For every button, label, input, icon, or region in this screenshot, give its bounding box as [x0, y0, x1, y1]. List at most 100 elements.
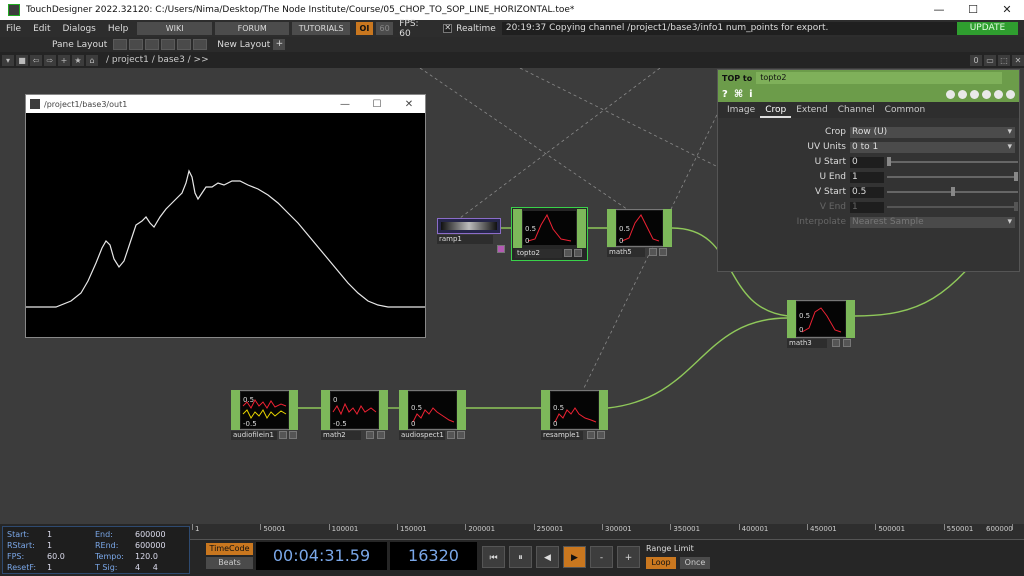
viewer-canvas[interactable]: [26, 113, 425, 337]
python-icon[interactable]: [982, 89, 991, 99]
edit-icon[interactable]: [946, 89, 955, 99]
node-topto2[interactable]: 0.5 0 topto2: [511, 207, 588, 261]
viewer-close-button[interactable]: ✕: [393, 99, 425, 110]
tempo-value[interactable]: 120.0: [135, 552, 158, 561]
timecode-toggle[interactable]: TimeCode: [206, 543, 253, 555]
menu-edit[interactable]: Edit: [27, 24, 56, 34]
u-end-field[interactable]: 1: [850, 171, 884, 183]
v-start-slider[interactable]: [887, 187, 1018, 196]
node-resample1[interactable]: 0.5 0 resample1: [541, 390, 608, 440]
maximize-pane-icon[interactable]: ⬚: [998, 54, 1010, 66]
uv-units-dropdown[interactable]: 0 to 1: [850, 141, 1015, 153]
v-start-field[interactable]: 0.5: [850, 186, 884, 198]
rewind-button[interactable]: ⏮: [482, 546, 505, 568]
rstart-value[interactable]: 1: [47, 541, 52, 550]
menu-help[interactable]: Help: [102, 24, 135, 34]
play-backward-button[interactable]: ◀: [536, 546, 559, 568]
minimize-button[interactable]: —: [922, 0, 956, 20]
slider-knob[interactable]: [950, 187, 955, 196]
layout-tile-icon[interactable]: [177, 39, 192, 50]
menu-file[interactable]: File: [0, 24, 27, 34]
viewer-flag-icon[interactable]: [497, 245, 505, 253]
loop-toggle[interactable]: Loop: [646, 557, 676, 569]
maximize-button[interactable]: ☐: [956, 0, 990, 20]
help-icon[interactable]: ?: [722, 89, 728, 100]
node-flag-icon[interactable]: [587, 431, 595, 439]
tab-common[interactable]: Common: [880, 102, 931, 118]
node-math2[interactable]: 0 -0.5 math2: [321, 390, 388, 440]
slider-knob[interactable]: [1014, 172, 1018, 181]
tab-crop[interactable]: Crop: [760, 102, 792, 118]
node-math3[interactable]: 0.5 0 math3: [787, 300, 855, 348]
new-layout-button[interactable]: +: [273, 39, 286, 50]
node-flag-icon[interactable]: [659, 248, 667, 256]
copy-icon[interactable]: [970, 89, 979, 99]
pause-button[interactable]: ⏸: [509, 546, 532, 568]
node-flag-icon[interactable]: [843, 339, 851, 347]
timeline-ruler[interactable]: 1 50001 100001 150001 200001 250001 300001 3500…: [190, 524, 1024, 540]
once-toggle[interactable]: Once: [680, 557, 710, 569]
add-icon[interactable]: [994, 89, 1003, 99]
rend-value[interactable]: 600000: [135, 541, 166, 550]
menu-dialogs[interactable]: Dialogs: [57, 24, 102, 34]
node-flag-icon[interactable]: [279, 431, 287, 439]
node-audiospect1[interactable]: 0.5 0 audiospect1: [399, 390, 466, 440]
forum-button[interactable]: FORUM: [214, 22, 290, 35]
python-help-icon[interactable]: ⌘: [734, 89, 743, 100]
resetf-value[interactable]: 1: [47, 563, 52, 572]
wiki-button[interactable]: WIKI: [137, 22, 212, 35]
node-flag-icon[interactable]: [649, 248, 657, 256]
pane-menu-icon[interactable]: ▾: [2, 54, 14, 66]
fps-value[interactable]: 60.0: [47, 552, 65, 561]
layout-tile-icon[interactable]: [161, 39, 176, 50]
end-value[interactable]: 600000: [135, 530, 166, 539]
tab-image[interactable]: Image: [722, 102, 760, 118]
crop-dropdown[interactable]: Row (U): [850, 126, 1015, 138]
layout-tile-icon[interactable]: [193, 39, 208, 50]
update-button[interactable]: UPDATE: [956, 22, 1018, 35]
out1-viewer-window[interactable]: /project1/base3/out1 — ☐ ✕: [25, 94, 426, 338]
forward-icon[interactable]: ⇨: [44, 54, 56, 66]
parameter-panel[interactable]: TOP to topto2 ? ⌘ i Image Crop Extend Ch…: [717, 69, 1020, 272]
play-button[interactable]: ▶: [563, 546, 586, 568]
node-flag-icon[interactable]: [574, 249, 582, 257]
back-icon[interactable]: ⇦: [30, 54, 42, 66]
node-flag-icon[interactable]: [597, 431, 605, 439]
layout-tile-icon[interactable]: [129, 39, 144, 50]
realtime-checkbox[interactable]: [443, 23, 453, 33]
network-path[interactable]: / project1 / base3 / >>: [106, 55, 209, 65]
comment-icon[interactable]: [958, 89, 967, 99]
node-ramp1[interactable]: ramp1: [437, 218, 505, 258]
node-flag-icon[interactable]: [366, 431, 374, 439]
timecode-display[interactable]: 00:04:31.59: [256, 542, 387, 570]
tutorials-button[interactable]: TUTORIALS: [292, 22, 350, 35]
fps-field[interactable]: 60: [376, 22, 394, 35]
layout-tile-icon[interactable]: [113, 39, 128, 50]
beats-toggle[interactable]: Beats: [206, 557, 253, 569]
node-flag-icon[interactable]: [377, 431, 385, 439]
step-back-button[interactable]: -: [590, 546, 613, 568]
tab-extend[interactable]: Extend: [791, 102, 833, 118]
viewer-maximize-button[interactable]: ☐: [361, 99, 393, 110]
home-icon[interactable]: ⌂: [86, 54, 98, 66]
layout-tile-icon[interactable]: [145, 39, 160, 50]
stop-icon[interactable]: ■: [16, 54, 28, 66]
slider-knob[interactable]: [887, 157, 891, 166]
pane-index[interactable]: 0: [970, 54, 982, 66]
node-flag-icon[interactable]: [457, 431, 465, 439]
u-start-field[interactable]: 0: [850, 156, 884, 168]
start-value[interactable]: 1: [47, 530, 52, 539]
bookmark-icon[interactable]: ★: [72, 54, 84, 66]
gear-icon[interactable]: [1006, 89, 1015, 99]
info-icon[interactable]: i: [749, 89, 752, 100]
node-flag-icon[interactable]: [289, 431, 297, 439]
split-pane-icon[interactable]: ▭: [984, 54, 996, 66]
node-flag-icon[interactable]: [564, 249, 572, 257]
node-math5[interactable]: 0.5 0 math5: [607, 209, 672, 257]
viewer-minimize-button[interactable]: —: [329, 99, 361, 110]
node-flag-icon[interactable]: [447, 431, 455, 439]
node-flag-icon[interactable]: [832, 339, 840, 347]
operator-name-field[interactable]: topto2: [756, 72, 1003, 84]
node-audiofilein1[interactable]: 0.5 -0.5 audiofilein1: [231, 390, 298, 440]
close-button[interactable]: ✕: [990, 0, 1024, 20]
